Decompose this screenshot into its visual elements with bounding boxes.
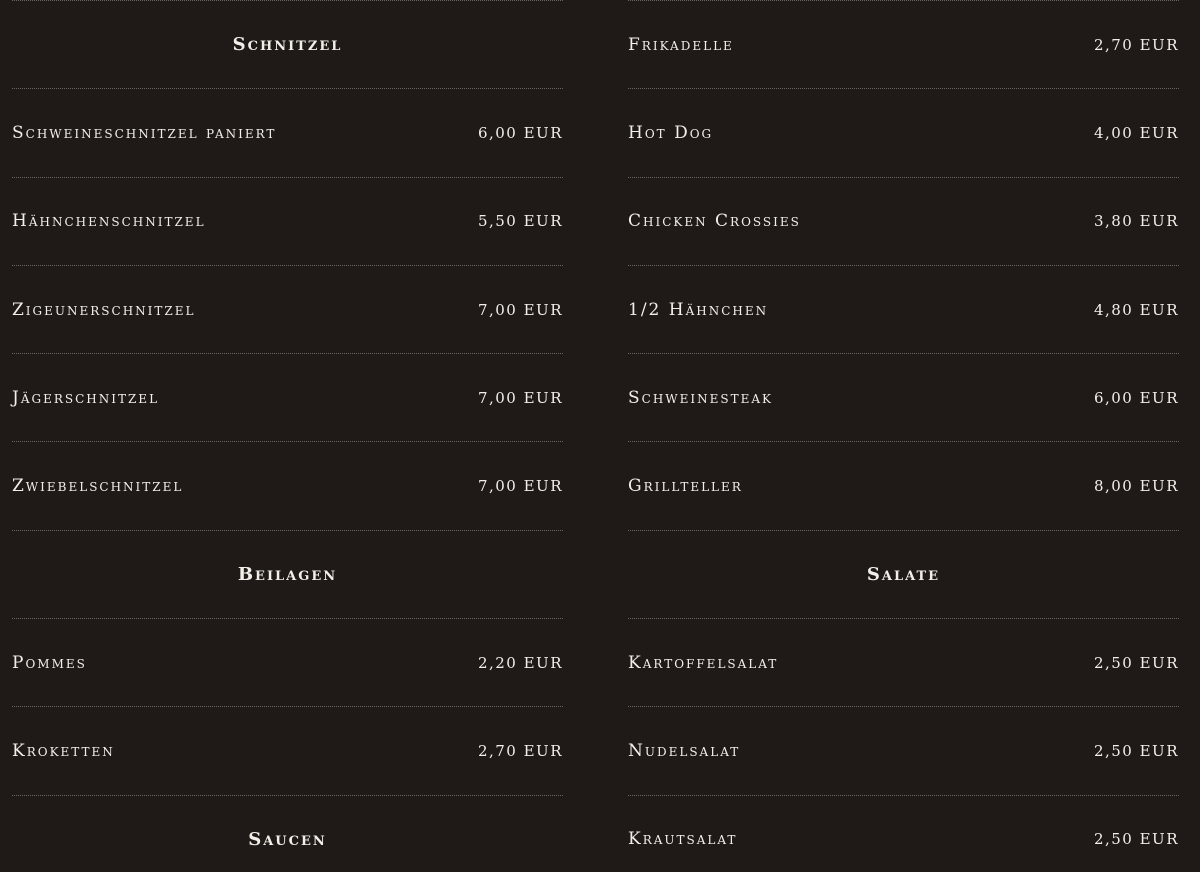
section-title: Beilagen	[237, 563, 338, 585]
menu-column-right: Frikadelle 2,70 EUR Hot Dog 4,00 EUR Chi…	[628, 0, 1179, 872]
menu-item: 1/2 Hähnchen 4,80 EUR	[628, 264, 1179, 353]
menu-item-price: 2,50 EUR	[1093, 830, 1179, 849]
section-heading-salate: Salate	[628, 529, 1179, 618]
menu-item: Schweineschnitzel paniert 6,00 EUR	[12, 88, 563, 176]
menu-item-name: Kartoffelsalat	[628, 652, 779, 673]
menu-item: Hot Dog 4,00 EUR	[628, 88, 1179, 176]
menu-item-price: 4,80 EUR	[1093, 300, 1179, 319]
menu-item: Kroketten 2,70 EUR	[12, 706, 563, 794]
menu-item: Frikadelle 2,70 EUR	[628, 0, 1179, 88]
menu-item-price: 2,50 EUR	[1093, 653, 1179, 672]
menu-item-name: Kroketten	[12, 741, 115, 762]
menu-item-price: 6,00 EUR	[477, 123, 563, 142]
section-title: Schnitzel	[232, 34, 343, 56]
menu-item: Hähnchenschnitzel 5,50 EUR	[12, 176, 563, 265]
menu-item-name: Zigeunerschnitzel	[12, 299, 196, 320]
menu-item-price: 7,00 EUR	[477, 388, 563, 407]
menu-item-price: 2,70 EUR	[477, 742, 563, 761]
section-title: Saucen	[248, 828, 327, 850]
menu-item-price: 6,00 EUR	[1093, 388, 1179, 407]
menu-item-price: 7,00 EUR	[477, 300, 563, 319]
menu-item-name: Schweinesteak	[628, 387, 774, 408]
menu-item-name: Krautsalat	[628, 829, 738, 850]
section-heading-beilagen: Beilagen	[12, 529, 563, 618]
menu-item-name: Pommes	[12, 652, 87, 673]
menu-item: Jägerschnitzel 7,00 EUR	[12, 353, 563, 441]
menu-item-price: 4,00 EUR	[1093, 123, 1179, 142]
menu-item: Chicken Crossies 3,80 EUR	[628, 176, 1179, 265]
menu-item: Nudelsalat 2,50 EUR	[628, 706, 1179, 794]
section-heading-schnitzel: Schnitzel	[12, 0, 563, 88]
menu-item-price: 2,70 EUR	[1093, 35, 1179, 54]
menu-item-name: Jägerschnitzel	[12, 387, 160, 408]
menu-item-price: 7,00 EUR	[477, 477, 563, 496]
menu-item: Zigeunerschnitzel 7,00 EUR	[12, 264, 563, 353]
menu-item: Grillteller 8,00 EUR	[628, 441, 1179, 529]
menu-item: Schweinesteak 6,00 EUR	[628, 353, 1179, 441]
menu-item-price: 2,20 EUR	[477, 653, 563, 672]
menu-item: Zwiebelschnitzel 7,00 EUR	[12, 441, 563, 529]
section-title: Salate	[866, 563, 941, 585]
menu-item-name: Grillteller	[628, 476, 743, 497]
menu-item: Kartoffelsalat 2,50 EUR	[628, 618, 1179, 706]
menu-column-left: Schnitzel Schweineschnitzel paniert 6,00…	[12, 0, 563, 872]
menu-item-name: Nudelsalat	[628, 741, 741, 762]
menu-item-price: 3,80 EUR	[1093, 212, 1179, 231]
menu-item-name: Frikadelle	[628, 34, 734, 55]
menu-item-name: Chicken Crossies	[628, 211, 801, 232]
menu-item-name: Hähnchenschnitzel	[12, 211, 206, 232]
menu-item-price: 2,50 EUR	[1093, 742, 1179, 761]
menu-item-name: Schweineschnitzel paniert	[12, 122, 277, 143]
menu-item-price: 8,00 EUR	[1093, 477, 1179, 496]
menu-item: Krautsalat 2,50 EUR	[628, 794, 1179, 872]
menu-item-name: Hot Dog	[628, 122, 714, 143]
menu-item: Pommes 2,20 EUR	[12, 618, 563, 706]
menu-item-name: Zwiebelschnitzel	[12, 476, 184, 497]
menu-item-price: 5,50 EUR	[477, 212, 563, 231]
menu-item-name: 1/2 Hähnchen	[628, 299, 769, 320]
section-heading-saucen: Saucen	[12, 794, 563, 872]
